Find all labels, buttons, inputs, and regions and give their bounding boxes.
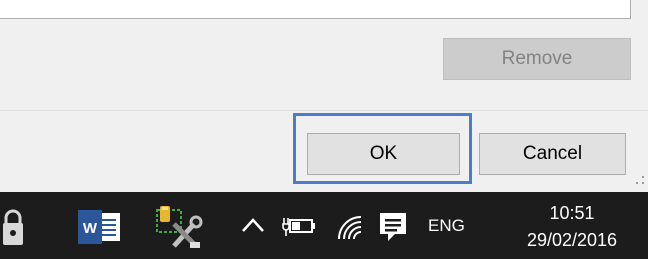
svg-text:W: W bbox=[83, 220, 98, 237]
clock[interactable]: 10:51 29/02/2016 bbox=[502, 198, 642, 256]
notification-icon[interactable] bbox=[377, 210, 409, 244]
cancel-button[interactable]: Cancel bbox=[479, 133, 626, 175]
lock-icon[interactable] bbox=[2, 206, 24, 248]
taskbar: W ENG 10:51 29/02/2016 bbox=[0, 192, 648, 259]
resize-grip-icon[interactable] bbox=[632, 170, 646, 190]
language-indicator[interactable]: ENG bbox=[428, 213, 478, 239]
list-pane bbox=[0, 0, 631, 19]
divider bbox=[0, 110, 648, 111]
tools-icon[interactable] bbox=[154, 204, 206, 252]
wifi-icon[interactable] bbox=[335, 213, 365, 243]
dialog: Remove OK Cancel bbox=[0, 0, 648, 192]
word-icon[interactable]: W bbox=[78, 210, 122, 244]
remove-button[interactable]: Remove bbox=[443, 38, 631, 80]
clock-time: 10:51 bbox=[549, 203, 595, 223]
battery-icon[interactable] bbox=[282, 212, 316, 238]
ok-button[interactable]: OK bbox=[307, 133, 460, 175]
chevron-up-icon[interactable] bbox=[238, 211, 268, 239]
clock-date: 29/02/2016 bbox=[526, 230, 618, 250]
